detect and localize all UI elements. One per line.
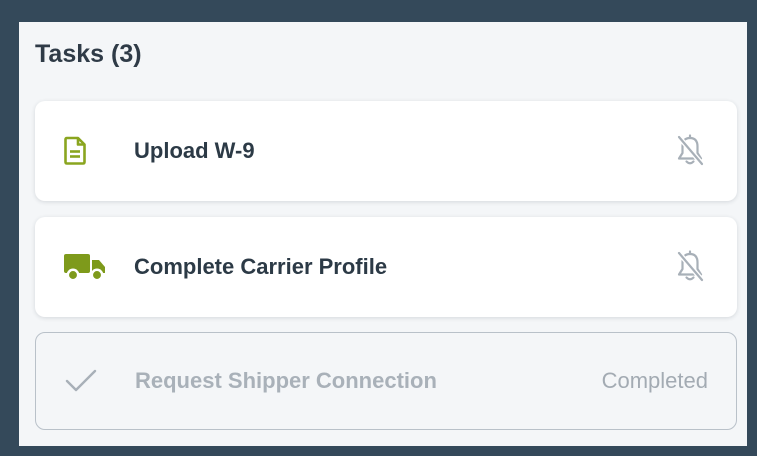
task-label: Complete Carrier Profile	[134, 254, 388, 279]
task-label: Upload W-9	[134, 138, 255, 163]
check-icon	[64, 368, 98, 394]
panel-title: Tasks (3)	[35, 38, 142, 70]
bell-off-icon[interactable]	[674, 134, 706, 168]
tasks-panel: Tasks (3) Upload W-9 Complete Carrier Pr…	[19, 22, 747, 446]
task-count: (3)	[111, 40, 142, 68]
bell-off-icon[interactable]	[674, 250, 706, 284]
document-icon	[63, 136, 87, 166]
status-completed: Completed	[601, 368, 708, 393]
task-complete-carrier-profile[interactable]: Complete Carrier Profile	[35, 217, 737, 317]
panel-title-text: Tasks	[35, 40, 105, 68]
task-request-shipper-connection[interactable]: Request Shipper Connection Completed	[35, 332, 737, 430]
task-upload-w9[interactable]: Upload W-9	[35, 101, 737, 201]
truck-icon	[63, 251, 107, 283]
task-label: Request Shipper Connection	[135, 368, 437, 393]
